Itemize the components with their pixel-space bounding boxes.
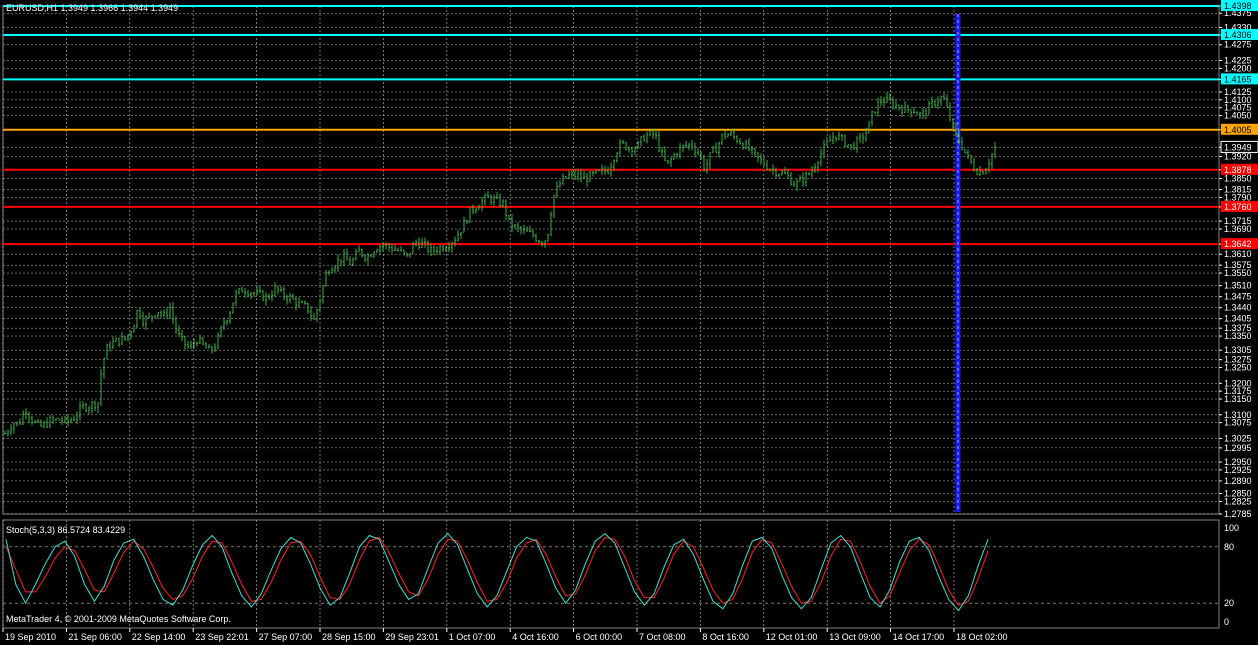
indicator-values: 86.5724 83.4229 [57, 525, 126, 535]
y-tick-label: 1.3440 [1224, 303, 1252, 313]
level-price-label: 1.3642 [1224, 239, 1252, 249]
y-tick-label: 1.2995 [1224, 443, 1252, 453]
current-price-label: 1.3949 [1224, 142, 1252, 152]
stoch-y-label: 0 [1224, 617, 1229, 627]
indicator-header: Stoch(5,3,3) 86.5724 83.4229 [6, 525, 125, 535]
x-tick-label: 12 Oct 01:00 [766, 632, 818, 642]
y-tick-label: 1.2925 [1224, 465, 1252, 475]
y-tick-label: 1.3475 [1224, 292, 1252, 302]
y-tick-label: 1.3550 [1224, 268, 1252, 278]
x-tick-label: 29 Sep 23:01 [385, 632, 439, 642]
x-tick-label: 18 Oct 02:00 [956, 632, 1008, 642]
y-tick-label: 1.3075 [1224, 418, 1252, 428]
y-tick-label: 1.4275 [1224, 40, 1252, 50]
y-tick-label: 1.3350 [1224, 331, 1252, 341]
y-tick-label: 1.2890 [1224, 476, 1252, 486]
x-tick-label: 8 Oct 16:00 [702, 632, 749, 642]
x-tick-label: 19 Sep 2010 [5, 632, 56, 642]
x-tick-label: 13 Oct 09:00 [829, 632, 881, 642]
y-tick-label: 1.3610 [1224, 249, 1252, 259]
x-tick-label: 23 Sep 22:01 [195, 632, 249, 642]
y-tick-label: 1.2825 [1224, 496, 1252, 506]
stochastic-panel [2, 519, 1220, 629]
stoch-y-label: 100 [1224, 523, 1239, 533]
x-tick-label: 6 Oct 00:00 [576, 632, 623, 642]
x-tick-label: 21 Sep 06:00 [68, 632, 122, 642]
symbol-label: EURUSD,H1 [6, 3, 59, 13]
x-tick-label: 14 Oct 17:00 [893, 632, 945, 642]
chart-header: EURUSD,H1 1.3949 1.3966 1.3944 1.3949 [6, 3, 178, 13]
chart-window: 19 Sep 2010 21 Sep 06:00 22 Sep 14:00 23 Se… [0, 0, 1258, 645]
stoch-y-label: 80 [1224, 542, 1234, 552]
y-tick-label: 1.3510 [1224, 281, 1252, 291]
copyright-text: MetaTrader 4, © 2001-2009 MetaQuotes Sof… [6, 614, 231, 624]
y-tick-label: 1.3150 [1224, 394, 1252, 404]
level-price-label: 1.4005 [1224, 125, 1252, 135]
x-tick-label: 4 Oct 16:00 [512, 632, 559, 642]
price-panel [2, 5, 1220, 515]
x-tick-label: 27 Sep 07:00 [259, 632, 313, 642]
y-tick-label: 1.3850 [1224, 174, 1252, 184]
y-tick-label: 1.4200 [1224, 63, 1252, 73]
y-tick-label: 1.3690 [1224, 224, 1252, 234]
x-tick-label: 22 Sep 14:00 [132, 632, 186, 642]
x-tick-label: 1 Oct 07:00 [449, 632, 496, 642]
level-price-label: 1.3878 [1224, 165, 1252, 175]
level-price-label: 1.4306 [1224, 30, 1252, 40]
level-price-label: 1.4398 [1224, 1, 1252, 11]
x-tick-label: 7 Oct 08:00 [639, 632, 686, 642]
indicator-name: Stoch(5,3,3) [6, 525, 56, 535]
y-tick-label: 1.3250 [1224, 363, 1252, 373]
ohlc-label: 1.3949 1.3966 1.3944 1.3949 [60, 3, 179, 13]
level-price-label: 1.3760 [1224, 202, 1252, 212]
y-tick-label: 1.3920 [1224, 152, 1252, 162]
level-price-label: 1.4165 [1224, 74, 1252, 84]
x-tick-label: 28 Sep 15:00 [322, 632, 376, 642]
y-tick-label: 1.4050 [1224, 111, 1252, 121]
stoch-y-label: 20 [1224, 598, 1234, 608]
chart-canvas[interactable]: 19 Sep 2010 21 Sep 06:00 22 Sep 14:00 23 Se… [0, 0, 1258, 645]
y-tick-label: 1.2785 [1224, 509, 1252, 519]
